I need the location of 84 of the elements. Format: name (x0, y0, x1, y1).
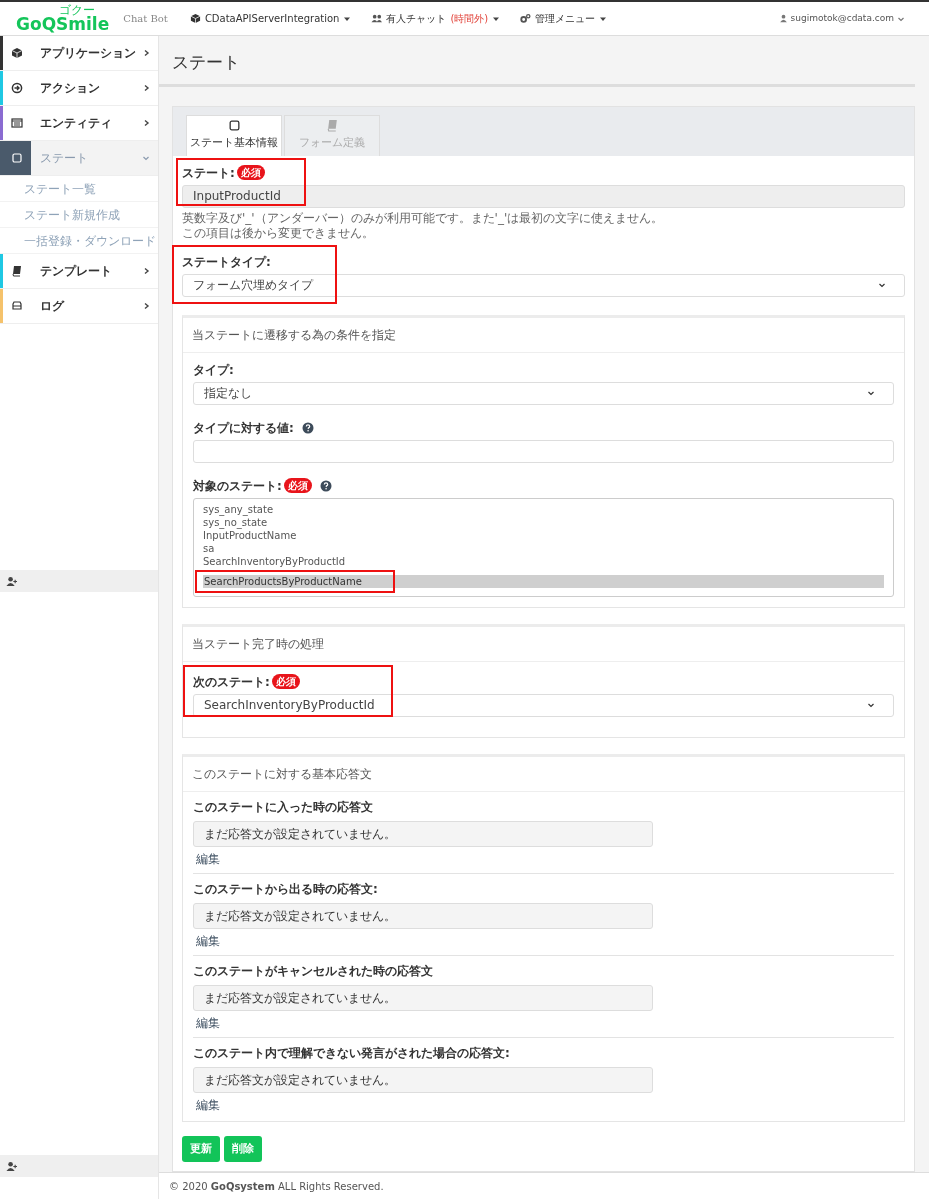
select-field[interactable]: フォーム穴埋めタイプ (182, 273, 905, 297)
field-label: タイプ: (193, 361, 234, 379)
help-text: この項目は後から変更できません。 (182, 225, 375, 241)
chevron-right-icon (142, 49, 150, 57)
required-badge: 必須 (283, 478, 312, 494)
users-icon (371, 13, 383, 24)
field-label: このステートがキャンセルされた時の応答文 (193, 962, 433, 980)
chevron-down-icon (867, 701, 875, 710)
arrow-circle-icon (11, 82, 23, 94)
drive-icon (11, 300, 23, 312)
select-field[interactable]: SearchInventoryByProductId (193, 693, 894, 717)
edit-link[interactable]: 編集 (196, 1095, 220, 1114)
user-email: sugimotok@cdata.com (790, 11, 894, 25)
page-title: ステート (159, 36, 915, 87)
field-label: 次のステート: (193, 673, 270, 691)
add-user-icon (6, 575, 17, 587)
list-option[interactable]: SearchProductsByProductName (203, 574, 884, 588)
help-text: 英数字及び'_'（アンダーバー）のみが利用可能です。また'_'は最初の文字に使えません。 (182, 210, 665, 226)
list-option[interactable]: sa (203, 541, 884, 555)
section-title: 当ステートに遷移する為の条件を指定 (183, 317, 904, 353)
app-subtitle: Chat Bot (123, 12, 168, 26)
chevron-right-icon (142, 119, 150, 127)
field-label: このステート内で理解できない発言がされた場合の応答文: (193, 1044, 510, 1062)
book-icon (325, 119, 339, 133)
list-option[interactable]: InputProductName (203, 528, 884, 542)
response-text-box: まだ応答文が設定されていません。 (193, 820, 653, 847)
list-option[interactable]: sys_no_state (203, 515, 884, 529)
help-icon (301, 421, 314, 434)
field-label: ステート: (182, 164, 235, 182)
field-label: 対象のステート: (193, 477, 282, 495)
chevron-down-icon (867, 389, 875, 398)
cube-icon (189, 13, 201, 24)
nav-menu[interactable]: CDataAPIServerIntegration (189, 11, 352, 26)
gears-icon (520, 13, 532, 24)
sidebar-item[interactable]: アプリケーション (0, 36, 158, 71)
chevron-right-icon (142, 84, 150, 92)
list-option[interactable]: sys_any_state (203, 502, 884, 516)
menu-label: 管理メニュー (535, 12, 596, 26)
square-icon (11, 152, 23, 164)
menu-label: 有人チャット (386, 12, 447, 26)
edit-link[interactable]: 編集 (196, 931, 220, 950)
response-text-box: まだ応答文が設定されていません。 (193, 1066, 653, 1093)
field-label: このステートから出る時の応答文: (193, 880, 378, 898)
required-badge: 必須 (236, 165, 265, 181)
sidebar-item[interactable]: テンプレート (0, 254, 158, 289)
chevron-right-icon (142, 267, 150, 275)
caret-icon (343, 15, 352, 22)
footer-text: © 2020 GoQsystem ALL Rights Reserved. (169, 1179, 384, 1194)
book-icon (11, 265, 23, 277)
sidebar-item[interactable]: ログ (0, 289, 158, 324)
field-label: タイプに対する値: (193, 419, 294, 437)
response-text-box: まだ応答文が設定されていません。 (193, 902, 653, 929)
menu-note: (時間外) (450, 12, 489, 26)
edit-link[interactable]: 編集 (196, 849, 220, 868)
chevron-right-icon (142, 302, 150, 310)
response-text-box: まだ応答文が設定されていません。 (193, 984, 653, 1011)
select-field[interactable]: 指定なし (193, 381, 894, 405)
brand-ruby: ゴクー (59, 4, 96, 16)
state-listbox[interactable]: sys_any_state sys_no_state InputProductName sa SearchInventoryByProductId SearchProductsByProductName (193, 497, 894, 597)
sidebar-item[interactable]: アクション (0, 71, 158, 106)
required-badge: 必須 (271, 674, 300, 690)
text-field[interactable]: InputProductId (182, 184, 905, 208)
field-label: ステートタイプ: (182, 253, 271, 271)
caret-icon (599, 15, 608, 22)
user-icon (778, 14, 788, 23)
nav-menu[interactable]: 有人チャット (時間外) (371, 11, 501, 26)
edit-link[interactable]: 編集 (196, 1013, 220, 1032)
chevron-down-icon (142, 154, 150, 162)
add-user-icon (6, 1160, 17, 1172)
cube-icon (11, 47, 23, 59)
caret-icon (492, 15, 501, 22)
list-window-icon (11, 117, 23, 129)
chevron-down-icon (878, 281, 886, 290)
menu-label: CDataAPIServerIntegration (204, 12, 340, 26)
help-icon (319, 479, 332, 492)
text-field[interactable] (193, 439, 894, 463)
field-label: このステートに入った時の応答文 (193, 798, 373, 816)
nav-menu[interactable]: 管理メニュー (520, 11, 608, 26)
list-option[interactable]: SearchInventoryByProductId (203, 554, 884, 568)
section-title: このステートに対する基本応答文 (183, 756, 904, 792)
tab[interactable]: ステート基本情報 (186, 114, 282, 156)
square-icon (227, 119, 241, 133)
section-title: 当ステート完了時の処理 (183, 626, 904, 662)
user-menu[interactable]: sugimotok@cdata.com (778, 11, 913, 26)
